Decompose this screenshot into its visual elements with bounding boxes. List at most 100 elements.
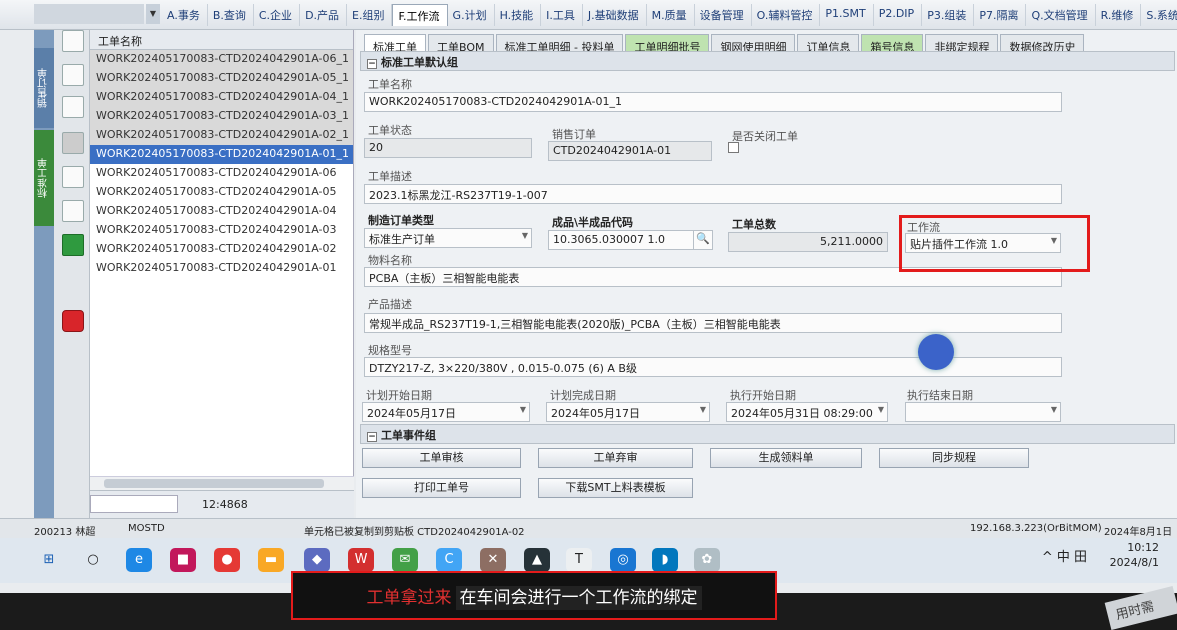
list-item[interactable]: WORK202405170083-CTD2024042901A-06	[90, 164, 353, 183]
abandon-button[interactable]: 工单弃审	[538, 448, 693, 468]
menu-item[interactable]: I.工具	[541, 4, 583, 26]
menu-bar: ▼ A.事务 B.查询 C.企业 D.产品 E.组别 F.工作流 G.计划 H.技能 I.工具 J…	[0, 0, 1177, 30]
new-doc-icon[interactable]	[62, 30, 84, 52]
app-icon-5[interactable]: ◎	[610, 548, 636, 572]
app-icon-4[interactable]: ▲	[524, 548, 550, 572]
vtab-standard-work-order[interactable]: 标准工单	[34, 130, 54, 226]
list-item[interactable]: WORK202405170083-CTD2024042901A-01_1	[90, 145, 353, 164]
clock[interactable]: 10:12 2024/8/1	[1110, 540, 1159, 570]
plan-start-select[interactable]: 2024年05月17日 ▼	[362, 402, 530, 422]
list-item[interactable]: WORK202405170083-CTD2024042901A-02_1	[90, 126, 353, 145]
vtab-sales-order[interactable]: 销售订单	[34, 48, 54, 128]
plan-start-value: 2024年05月17日	[367, 407, 456, 420]
edit-pencil-icon[interactable]	[62, 96, 84, 118]
menu-item[interactable]: M.质量	[647, 4, 695, 26]
print-button[interactable]: 打印工单号	[362, 478, 521, 498]
menu-item[interactable]: P7.隔离	[974, 4, 1027, 26]
ime-language[interactable]: 中	[1057, 550, 1070, 565]
status-field[interactable]: 20	[364, 138, 532, 158]
menu-item[interactable]: J.基础数据	[583, 4, 647, 26]
sales-order-field[interactable]: CTD2024042901A-01	[548, 141, 712, 161]
audit-button[interactable]: 工单审核	[362, 448, 521, 468]
app-icon[interactable]: ■	[170, 548, 196, 572]
list-item[interactable]: WORK202405170083-CTD2024042901A-05_1	[90, 69, 353, 88]
file-explorer-icon[interactable]: ▬	[258, 548, 284, 572]
collapse-icon[interactable]: −	[367, 432, 377, 442]
plan-end-select[interactable]: 2024年05月17日 ▼	[546, 402, 710, 422]
menu-item[interactable]: F.工作流	[392, 4, 448, 26]
menu-item[interactable]: D.产品	[300, 4, 348, 26]
plan-start-label: 计划开始日期	[366, 389, 432, 402]
list-item[interactable]: WORK202405170083-CTD2024042901A-06_1	[90, 50, 353, 69]
menu-item[interactable]: B.查询	[208, 4, 254, 26]
exec-start-select[interactable]: 2024年05月31日 08:29:00 ▼	[726, 402, 888, 422]
detail-panel: 标准工单 工单BOM 标准工单明细 - 投料单 工单明细批号 钢网使用明细 订单信息 箱号信…	[356, 30, 1177, 518]
menu-item[interactable]: O.辅料管控	[752, 4, 821, 26]
group-header-events[interactable]: − 工单事件组	[360, 424, 1175, 444]
menu-item[interactable]: S.系统	[1141, 4, 1177, 26]
menu-item[interactable]: P3.组装	[922, 4, 975, 26]
list-item[interactable]: WORK202405170083-CTD2024042901A-03	[90, 221, 353, 240]
list-item[interactable]: WORK202405170083-CTD2024042901A-02	[90, 240, 353, 259]
typora-icon[interactable]: T	[566, 548, 592, 572]
app-icon-6[interactable]: ◗	[652, 548, 678, 572]
edge-browser-icon[interactable]: e	[126, 548, 152, 572]
collapse-icon[interactable]: −	[367, 59, 377, 69]
desc-field[interactable]: 2023.1标黑龙江-RS237T19-1-007	[364, 184, 1062, 204]
list-search-input[interactable]	[90, 495, 178, 513]
search-icon[interactable]: ○	[80, 548, 106, 572]
copy-doc-icon[interactable]	[62, 64, 84, 86]
list-item[interactable]: WORK202405170083-CTD2024042901A-03_1	[90, 107, 353, 126]
scrollbar-thumb[interactable]	[104, 479, 324, 488]
menu-item[interactable]: 设备管理	[695, 4, 752, 26]
horizontal-scrollbar[interactable]	[90, 476, 354, 490]
subtitle-highlight: 工单拿过来	[366, 588, 452, 608]
delete-doc-icon[interactable]	[62, 200, 84, 222]
menu-dropdown-arrow-icon[interactable]: ▼	[146, 4, 160, 24]
menu-item[interactable]: E.组别	[347, 4, 393, 26]
search-icon[interactable]: 🔍	[693, 230, 713, 250]
menu-item[interactable]: G.计划	[448, 4, 495, 26]
windows-start-icon[interactable]: ⊞	[36, 548, 62, 572]
vscode-icon[interactable]: ◆	[304, 548, 330, 572]
left-vertical-tabs: 销售订单 标准工单	[34, 30, 54, 518]
gen-material-button[interactable]: 生成领料单	[710, 448, 862, 468]
work-order-name-field[interactable]: WORK202405170083-CTD2024042901A-01_1	[364, 92, 1062, 112]
wechat-icon[interactable]: ✉	[392, 548, 418, 572]
product-desc-field[interactable]: 常规半成品_RS237T19-1,三相智能电能表(2020版)_PCBA（主板）…	[364, 313, 1062, 333]
type-select[interactable]: 标准生产订单 ▼	[364, 228, 532, 248]
power-exit-icon[interactable]	[62, 310, 84, 332]
total-field[interactable]: 5,211.0000	[728, 232, 888, 252]
menu-item[interactable]: H.技能	[495, 4, 542, 26]
list-header[interactable]: 工单名称	[90, 30, 353, 50]
app-icon-7[interactable]: ✿	[694, 548, 720, 572]
sign-icon[interactable]	[62, 166, 84, 188]
menu-item[interactable]: A.事务	[162, 4, 208, 26]
spec-field[interactable]: DTZY217-Z, 3×220/380V , 0.015-0.075 (6) …	[364, 357, 1062, 377]
menu-item[interactable]: R.维修	[1096, 4, 1142, 26]
app-icon-2[interactable]: C	[436, 548, 462, 572]
menu-item[interactable]: C.企业	[254, 4, 301, 26]
list-item[interactable]: WORK202405170083-CTD2024042901A-01	[90, 259, 353, 278]
closed-checkbox[interactable]	[728, 142, 739, 153]
confirm-green-icon[interactable]	[62, 234, 84, 256]
disabled-tool-icon[interactable]	[62, 132, 84, 154]
download-smt-button[interactable]: 下载SMT上料表模板	[538, 478, 693, 498]
sync-button[interactable]: 同步规程	[879, 448, 1029, 468]
wps-icon[interactable]: W	[348, 548, 374, 572]
app-icon-3[interactable]: ✕	[480, 548, 506, 572]
clock-date: 2024/8/1	[1109, 556, 1159, 569]
list-item[interactable]: WORK202405170083-CTD2024042901A-04	[90, 202, 353, 221]
list-item[interactable]: WORK202405170083-CTD2024042901A-04_1	[90, 88, 353, 107]
menu-item[interactable]: Q.文档管理	[1026, 4, 1096, 26]
menu-item[interactable]: P1.SMT	[820, 4, 874, 26]
system-tray[interactable]: ^ 中 田	[1042, 546, 1087, 565]
desc-label: 工单描述	[368, 170, 412, 183]
exec-end-select[interactable]: ▼	[905, 402, 1061, 422]
group-header-default[interactable]: − 标准工单默认组	[360, 51, 1175, 71]
chevron-down-icon: ▼	[699, 405, 706, 414]
menu-item[interactable]: P2.DIP	[874, 4, 923, 26]
list-item[interactable]: WORK202405170083-CTD2024042901A-05	[90, 183, 353, 202]
chrome-icon[interactable]: ●	[214, 548, 240, 572]
product-code-field[interactable]: 10.3065.030007 1.0	[548, 230, 710, 250]
